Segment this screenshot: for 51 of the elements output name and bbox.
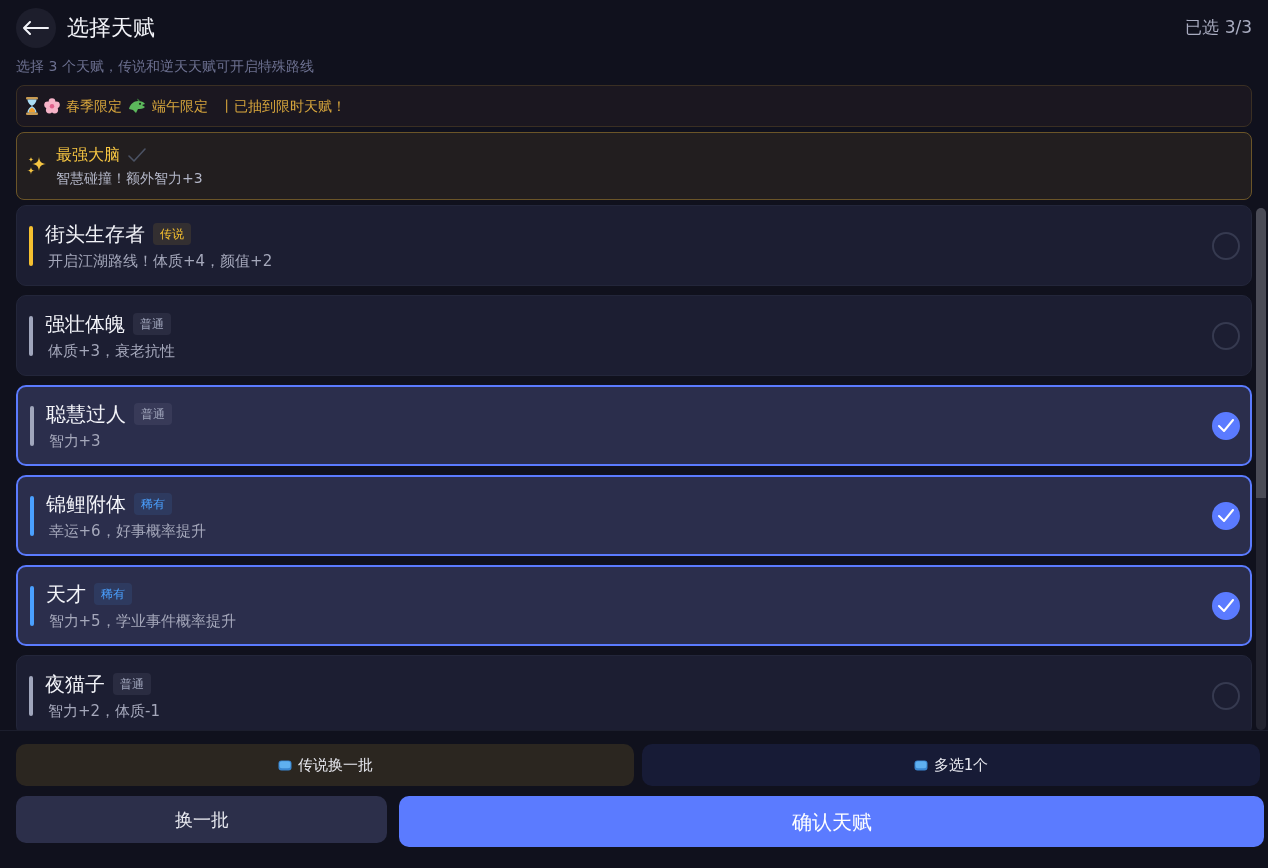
talent-description: 开启江湖路线！体质+4，颜值+2 bbox=[47, 250, 274, 271]
hourglass-icon bbox=[26, 97, 38, 115]
instruction-text: 选择 3 个天赋，传说和逆天天赋可开启特殊路线 bbox=[15, 57, 315, 76]
flower-icon bbox=[44, 98, 60, 114]
action-button[interactable]: 多选1个 bbox=[642, 744, 1260, 786]
talent-name: 聪慧过人 bbox=[45, 400, 126, 427]
talent-name: 锦鲤附体 bbox=[45, 490, 126, 517]
refresh-button[interactable]: 换一批 bbox=[16, 796, 387, 843]
scrollbar[interactable] bbox=[1256, 208, 1266, 730]
back-button[interactable] bbox=[16, 8, 56, 48]
rarity-tag: 稀有 bbox=[93, 582, 132, 605]
talent-description: 智力+3 bbox=[47, 430, 102, 451]
rarity-tag: 普通 bbox=[133, 312, 171, 335]
talent-card[interactable]: 锦鲤附体 稀有 幸运+6，好事概率提升 bbox=[16, 475, 1252, 556]
rarity-tag: 普通 bbox=[133, 402, 172, 425]
talent-card[interactable]: 街头生存者 传说 开启江湖路线！体质+4，颜值+2 bbox=[16, 205, 1252, 286]
rarity-tag: 稀有 bbox=[133, 492, 172, 515]
combo-description: 智慧碰撞！额外智力+3 bbox=[56, 169, 203, 188]
card-icon bbox=[277, 759, 292, 771]
rarity-tag: 普通 bbox=[113, 672, 151, 695]
talent-name: 天才 bbox=[45, 580, 86, 607]
confirm-button[interactable]: 确认天赋 bbox=[399, 796, 1264, 847]
tick-icon bbox=[1217, 419, 1234, 432]
event-label: 端午限定 bbox=[152, 96, 208, 116]
sparkles-icon bbox=[26, 156, 47, 176]
tick-icon bbox=[1217, 509, 1234, 522]
page-title: 选择天赋 bbox=[67, 14, 155, 42]
talent-card[interactable]: 聪慧过人 普通 智力+3 bbox=[16, 385, 1252, 466]
banner-message: 丨已抽到限时天赋！ bbox=[220, 96, 346, 116]
talent-name: 夜猫子 bbox=[45, 670, 105, 697]
talent-name: 街头生存者 bbox=[45, 220, 145, 247]
tick-icon bbox=[1217, 599, 1234, 612]
rarity-tag: 传说 bbox=[153, 222, 191, 245]
selection-counter: 已选 3/3 bbox=[1185, 16, 1252, 40]
back-arrow-icon bbox=[23, 21, 49, 35]
selection-circle[interactable] bbox=[1211, 501, 1240, 530]
talent-description: 幸运+6，好事概率提升 bbox=[47, 520, 207, 541]
combo-title: 最强大脑 bbox=[56, 144, 120, 166]
talent-card[interactable]: 夜猫子 普通 智力+2，体质-1 bbox=[16, 655, 1252, 730]
talent-description: 智力+2，体质-1 bbox=[47, 700, 162, 721]
event-label: 春季限定 bbox=[66, 96, 122, 116]
dragon-head-icon bbox=[128, 98, 146, 114]
selection-circle[interactable] bbox=[1211, 411, 1240, 440]
talent-card[interactable]: 天才 稀有 智力+5，学业事件概率提升 bbox=[16, 565, 1252, 646]
talent-card[interactable]: 强壮体魄 普通 体质+3，衰老抗性 bbox=[16, 295, 1252, 376]
talent-name: 强壮体魄 bbox=[45, 310, 125, 337]
card-icon bbox=[913, 759, 928, 771]
talent-description: 智力+5，学业事件概率提升 bbox=[47, 610, 237, 631]
action-button[interactable]: 传说换一批 bbox=[16, 744, 634, 786]
talent-description: 体质+3，衰老抗性 bbox=[47, 340, 177, 361]
selection-circle[interactable] bbox=[1211, 591, 1240, 620]
